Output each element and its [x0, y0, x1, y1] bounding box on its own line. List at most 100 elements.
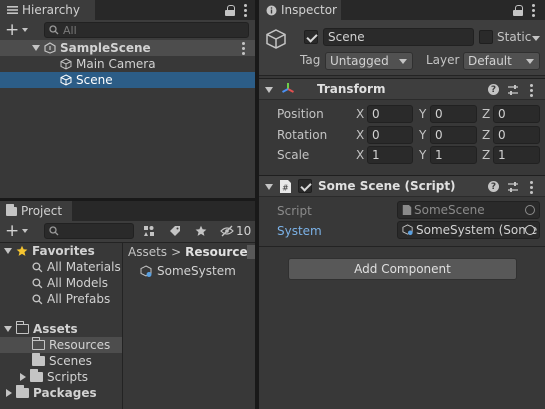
axis-y-label[interactable]: Y — [419, 107, 426, 121]
axis-y-label[interactable]: Y — [419, 128, 426, 142]
expand-arrow-icon[interactable] — [6, 389, 12, 397]
hierarchy-item-scene[interactable]: Scene — [0, 72, 255, 88]
item-label: Resources — [49, 338, 111, 352]
system-field-label: System — [277, 224, 322, 238]
preset-sliders-icon[interactable] — [507, 84, 519, 96]
transform-header[interactable]: Transform ? — [259, 78, 545, 100]
tab-inspector[interactable]: Inspector — [259, 0, 341, 20]
project-search-input[interactable] — [44, 223, 134, 239]
create-button[interactable]: + — [5, 222, 29, 240]
position-z-field[interactable]: 0 — [493, 105, 540, 123]
transform-icon — [282, 83, 294, 93]
more-options-icon[interactable] — [531, 3, 535, 17]
add-component-button[interactable]: Add Component — [288, 258, 517, 280]
tab-hierarchy[interactable]: Hierarchy — [0, 0, 95, 20]
scriptable-object-icon — [140, 264, 152, 277]
axis-z-label[interactable]: Z — [482, 148, 490, 162]
rotation-y-field[interactable]: 0 — [430, 126, 477, 144]
more-options-icon[interactable] — [243, 3, 247, 17]
collapse-arrow-icon[interactable] — [265, 184, 273, 190]
value: 0 — [498, 107, 506, 121]
scale-z-field[interactable]: 1 — [493, 146, 540, 164]
scale-y-field[interactable]: 1 — [430, 146, 477, 164]
position-label: Position — [277, 107, 324, 121]
help-icon[interactable]: ? — [488, 181, 499, 192]
scene-menu-icon[interactable] — [241, 41, 245, 55]
favorites-item-all-materials[interactable]: All Materials — [0, 259, 122, 275]
favorites-row[interactable]: Favorites — [0, 243, 122, 259]
scene-row[interactable]: SampleScene — [0, 40, 255, 56]
tab-label: Inspector — [281, 3, 337, 17]
breadcrumb-assets[interactable]: Assets — [128, 245, 167, 259]
axis-x-label[interactable]: X — [356, 107, 364, 121]
hierarchy-search-input[interactable]: All — [44, 22, 249, 38]
component-menu-icon[interactable] — [529, 84, 533, 97]
value: 1 — [435, 148, 443, 162]
create-button[interactable]: + — [5, 21, 29, 39]
component-menu-icon[interactable] — [529, 181, 533, 194]
label-tag-icon[interactable] — [169, 225, 181, 237]
axis-x-label[interactable]: X — [356, 148, 364, 162]
rotation-label: Rotation — [277, 128, 328, 142]
component-enabled-checkbox[interactable] — [298, 179, 312, 193]
active-checkbox[interactable] — [304, 30, 318, 44]
help-icon[interactable]: ? — [488, 84, 499, 95]
position-x-field[interactable]: 0 — [367, 105, 413, 123]
object-name-value: Scene — [328, 30, 365, 44]
axis-x-label[interactable]: X — [356, 128, 364, 142]
rotation-z-field[interactable]: 0 — [493, 126, 540, 144]
favorite-star-icon[interactable] — [195, 225, 207, 237]
asset-label: SomeSystem — [157, 264, 236, 278]
filter-by-type-icon[interactable] — [143, 225, 155, 237]
project-tabbar: Project — [0, 201, 255, 221]
hierarchy-item-main-camera[interactable]: Main Camera — [0, 56, 255, 72]
item-label: Scenes — [49, 354, 92, 368]
expand-arrow-icon[interactable] — [32, 45, 40, 51]
object-picker-icon — [525, 205, 535, 215]
expand-arrow-icon[interactable] — [20, 373, 26, 381]
project-panel: Project + 10 Favorites All Materials All… — [0, 201, 255, 409]
tab-project[interactable]: Project — [0, 201, 72, 221]
rotation-x-field[interactable]: 0 — [367, 126, 413, 144]
project-split-divider[interactable] — [122, 243, 123, 409]
script-component-header[interactable]: # Some Scene (Script) ? — [259, 175, 545, 197]
packages-row[interactable]: Packages — [0, 385, 122, 401]
assets-item-scenes[interactable]: Scenes — [0, 353, 122, 369]
lock-icon[interactable] — [225, 4, 235, 16]
search-icon — [49, 25, 59, 35]
tag-label: Tag — [300, 53, 321, 67]
breadcrumb-resources[interactable]: Resources — [185, 245, 255, 259]
assets-item-resources[interactable]: Resources — [0, 337, 122, 353]
assets-row[interactable]: Assets — [0, 321, 122, 337]
axis-z-label[interactable]: Z — [482, 128, 490, 142]
asset-item-somesystem[interactable]: SomeSystem — [140, 263, 236, 279]
system-object-field[interactable]: SomeSystem (Some — [397, 221, 540, 239]
favorites-item-all-models[interactable]: All Models — [0, 275, 122, 291]
layer-value: Default — [468, 54, 512, 68]
position-y-field[interactable]: 0 — [430, 105, 477, 123]
expand-arrow-icon[interactable] — [4, 326, 12, 332]
component-divider — [259, 246, 545, 247]
hidden-packages-toggle[interactable]: 10 — [220, 224, 251, 238]
gameobject-cube-icon[interactable] — [265, 28, 287, 52]
scale-x-field[interactable]: 1 — [367, 146, 413, 164]
expand-arrow-icon[interactable] — [4, 248, 12, 254]
axis-z-label[interactable]: Z — [482, 107, 490, 121]
tag-dropdown[interactable]: Untagged — [325, 52, 413, 70]
object-picker-icon[interactable] — [525, 225, 535, 235]
breadcrumb-overflow-arrow[interactable] — [247, 245, 255, 259]
folder-open-icon — [16, 321, 29, 334]
static-dropdown-arrow[interactable] — [532, 36, 540, 41]
folder-open-icon — [32, 337, 45, 350]
scriptable-object-icon — [402, 224, 413, 236]
lock-icon[interactable] — [513, 4, 523, 16]
static-checkbox[interactable] — [479, 30, 493, 44]
collapse-arrow-icon[interactable] — [265, 87, 273, 93]
object-name-field[interactable]: Scene — [323, 28, 474, 46]
assets-item-scripts[interactable]: Scripts — [0, 369, 122, 385]
favorites-item-all-prefabs[interactable]: All Prefabs — [0, 291, 122, 307]
preset-sliders-icon[interactable] — [507, 181, 519, 193]
breadcrumb-separator: > — [171, 245, 182, 259]
layer-dropdown[interactable]: Default — [463, 52, 540, 70]
axis-y-label[interactable]: Y — [419, 148, 426, 162]
